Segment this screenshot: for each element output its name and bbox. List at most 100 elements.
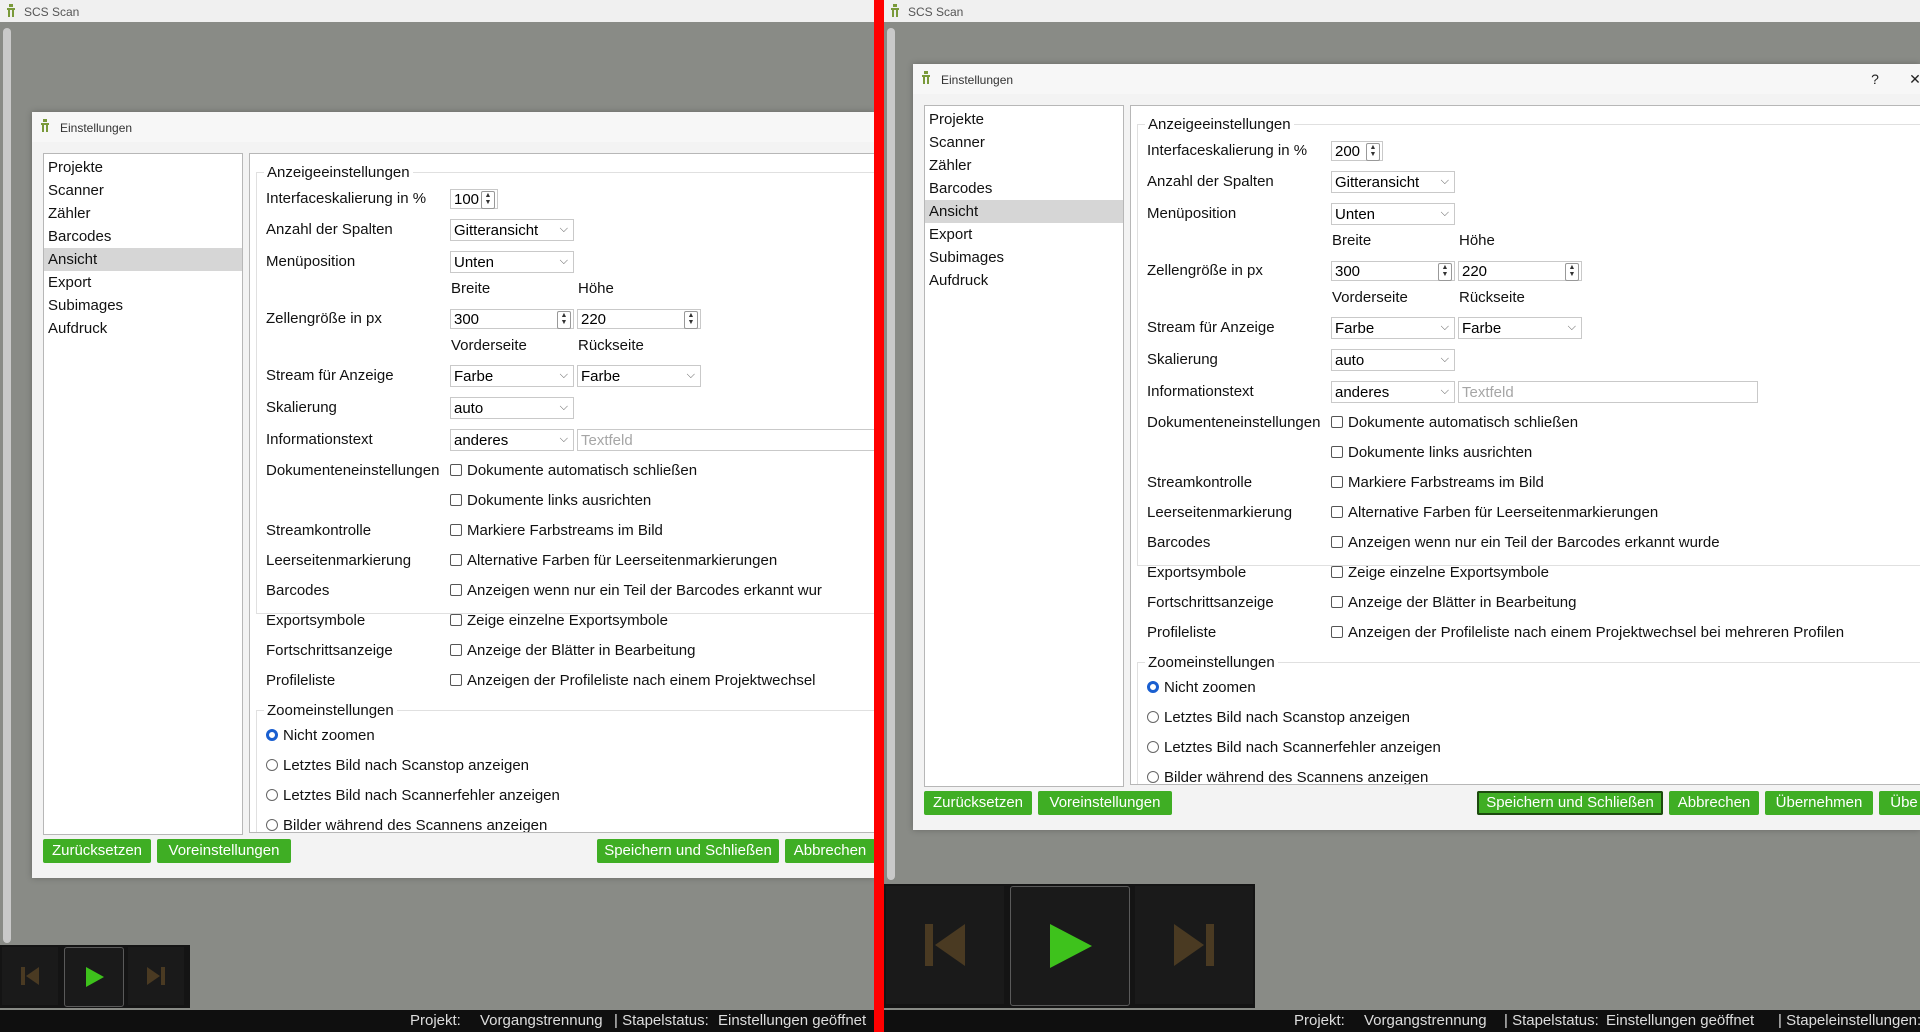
stream-front-combo[interactable]: Farbe ⌵	[450, 365, 574, 387]
zoom-radio-scanstop[interactable]: Letztes Bild nach Scanstop anzeigen	[266, 757, 529, 774]
play-button[interactable]	[1010, 886, 1130, 1006]
nav-item-zaehler[interactable]: Zähler	[925, 154, 1123, 177]
stream-front-combo[interactable]: Farbe ⌵	[1331, 317, 1455, 339]
scale-spinbox[interactable]: 200 ▲ ▼	[1331, 141, 1383, 161]
reset-button[interactable]: Zurücksetzen	[924, 791, 1032, 815]
zoom-radio-none[interactable]: Nicht zoomen	[266, 727, 375, 744]
stream-label: Stream für Anzeige	[1147, 319, 1275, 336]
defaults-button[interactable]: Voreinstellungen	[157, 839, 291, 863]
nav-item-subimages[interactable]: Subimages	[925, 246, 1123, 269]
next-button[interactable]	[128, 947, 184, 1005]
zoom-radio-none[interactable]: Nicht zoomen	[1147, 679, 1256, 696]
doc-align-left-checkbox[interactable]: Dokumente links ausrichten	[450, 492, 651, 509]
columns-combo[interactable]: Gitteransicht ⌵	[450, 219, 574, 241]
nav-item-export[interactable]: Export	[925, 223, 1123, 246]
spin-arrows-icon[interactable]: ▲ ▼	[1366, 143, 1380, 161]
stream-back-combo[interactable]: Farbe ⌵	[577, 365, 701, 387]
next-button[interactable]	[1135, 886, 1253, 1004]
spin-arrows-icon[interactable]: ▲ ▼	[684, 311, 698, 329]
apply-button[interactable]: Übernehmen	[1765, 791, 1873, 815]
info-text-combo[interactable]: anderes ⌵	[1331, 381, 1455, 403]
radio-icon	[1147, 771, 1159, 783]
info-text-combo[interactable]: anderes ⌵	[450, 429, 574, 451]
stream-control-checkbox[interactable]: Markiere Farbstreams im Bild	[1331, 474, 1544, 491]
progress-checkbox[interactable]: Anzeige der Blätter in Bearbeitung	[450, 642, 695, 659]
export-symbols-checkbox[interactable]: Zeige einzelne Exportsymbole	[450, 612, 668, 629]
status-stack-value: Einstellungen geöffnet	[718, 1012, 867, 1029]
zoom-radio-scanstop[interactable]: Letztes Bild nach Scanstop anzeigen	[1147, 709, 1410, 726]
save-close-button[interactable]: Speichern und Schließen	[1477, 791, 1663, 815]
nav-item-barcodes[interactable]: Barcodes	[925, 177, 1123, 200]
profile-list-checkbox[interactable]: Anzeigen der Profileliste nach einem Pro…	[1331, 624, 1844, 641]
nav-item-scanner[interactable]: Scanner	[44, 179, 242, 202]
nav-item-scanner[interactable]: Scanner	[925, 131, 1123, 154]
width-header: Breite	[1332, 232, 1372, 249]
zoom-radio-during-scan[interactable]: Bilder während des Scannens anzeigen	[1147, 769, 1428, 784]
cancel-button[interactable]: Abbrechen	[1669, 791, 1759, 815]
info-text-field[interactable]: Textfeld	[577, 429, 874, 451]
blank-page-checkbox[interactable]: Alternative Farben für Leerseitenmarkier…	[450, 552, 777, 569]
doc-align-left-checkbox[interactable]: Dokumente links ausrichten	[1331, 444, 1532, 461]
nav-item-subimages[interactable]: Subimages	[44, 294, 242, 317]
doc-auto-close-checkbox[interactable]: Dokumente automatisch schließen	[450, 462, 697, 479]
stream-control-checkbox[interactable]: Markiere Farbstreams im Bild	[450, 522, 663, 539]
main-scrollbar[interactable]	[887, 28, 895, 880]
scale-spinbox[interactable]: 100 ▲ ▼	[450, 189, 498, 209]
export-symbols-checkbox[interactable]: Zeige einzelne Exportsymbole	[1331, 564, 1549, 581]
nav-item-projekte[interactable]: Projekte	[44, 156, 242, 179]
chevron-down-icon: ⌵	[1440, 353, 1449, 365]
scaling-combo[interactable]: auto ⌵	[1331, 349, 1455, 371]
dialog-titlebar: Einstellungen	[32, 112, 874, 142]
apply-button-2[interactable]: Übe	[1879, 791, 1920, 815]
stream-back-combo[interactable]: Farbe ⌵	[1458, 317, 1582, 339]
nav-item-aufdruck[interactable]: Aufdruck	[925, 269, 1123, 292]
profile-list-checkbox[interactable]: Anzeigen der Profileliste nach einem Pro…	[450, 672, 816, 689]
reset-button[interactable]: Zurücksetzen	[43, 839, 151, 863]
cell-height-spinbox[interactable]: 220 ▲ ▼	[1458, 261, 1582, 281]
cell-width-spinbox[interactable]: 300 ▲ ▼	[450, 309, 574, 329]
height-header: Höhe	[578, 280, 614, 297]
defaults-button[interactable]: Voreinstellungen	[1038, 791, 1172, 815]
zoom-radio-scanner-error[interactable]: Letztes Bild nach Scannerfehler anzeigen	[1147, 739, 1441, 756]
info-text-field[interactable]: Textfeld	[1458, 381, 1758, 403]
zoom-radio-during-scan[interactable]: Bilder während des Scannens anzeigen	[266, 817, 547, 832]
columns-combo[interactable]: Gitteransicht ⌵	[1331, 171, 1455, 193]
nav-item-export[interactable]: Export	[44, 271, 242, 294]
zoom-radio-scanner-error[interactable]: Letztes Bild nach Scannerfehler anzeigen	[266, 787, 560, 804]
blank-page-checkbox[interactable]: Alternative Farben für Leerseitenmarkier…	[1331, 504, 1658, 521]
cell-height-spinbox[interactable]: 220 ▲ ▼	[577, 309, 701, 329]
doc-settings-label: Dokumenteneinstellungen	[1147, 414, 1321, 431]
nav-item-ansicht[interactable]: Ansicht	[925, 200, 1123, 223]
chevron-down-icon: ⌵	[1440, 175, 1449, 187]
close-icon[interactable]: ✕	[1907, 71, 1920, 88]
previous-button[interactable]	[2, 947, 58, 1005]
nav-item-ansicht[interactable]: Ansicht	[44, 248, 242, 271]
cell-width-spinbox[interactable]: 300 ▲ ▼	[1331, 261, 1455, 281]
blank-page-label: Leerseitenmarkierung	[266, 552, 412, 569]
barcodes-checkbox[interactable]: Anzeigen wenn nur ein Teil der Barcodes …	[450, 582, 822, 599]
checkbox-icon	[450, 614, 462, 626]
height-header: Höhe	[1459, 232, 1495, 249]
play-icon	[1050, 924, 1092, 968]
help-button[interactable]: ?	[1867, 71, 1883, 87]
cancel-button[interactable]: Abbrechen	[785, 839, 874, 863]
nav-item-zaehler[interactable]: Zähler	[44, 202, 242, 225]
progress-checkbox[interactable]: Anzeige der Blätter in Bearbeitung	[1331, 594, 1576, 611]
menu-position-combo[interactable]: Unten ⌵	[450, 251, 574, 273]
previous-button[interactable]	[886, 886, 1004, 1004]
menu-position-combo[interactable]: Unten ⌵	[1331, 203, 1455, 225]
barcodes-checkbox[interactable]: Anzeigen wenn nur ein Teil der Barcodes …	[1331, 534, 1720, 551]
spin-arrows-icon[interactable]: ▲ ▼	[557, 311, 571, 329]
spin-arrows-icon[interactable]: ▲ ▼	[1565, 263, 1579, 281]
main-scrollbar[interactable]	[3, 28, 11, 943]
scaling-combo[interactable]: auto ⌵	[450, 397, 574, 419]
spin-arrows-icon[interactable]: ▲ ▼	[1438, 263, 1452, 281]
nav-item-barcodes[interactable]: Barcodes	[44, 225, 242, 248]
save-close-button[interactable]: Speichern und Schließen	[597, 839, 779, 863]
doc-auto-close-checkbox[interactable]: Dokumente automatisch schließen	[1331, 414, 1578, 431]
status-stack-settings-label: | Stapeleinstellungen:	[1778, 1012, 1920, 1029]
spin-arrows-icon[interactable]: ▲ ▼	[481, 191, 495, 209]
nav-item-aufdruck[interactable]: Aufdruck	[44, 317, 242, 340]
play-button[interactable]	[64, 947, 124, 1007]
nav-item-projekte[interactable]: Projekte	[925, 108, 1123, 131]
